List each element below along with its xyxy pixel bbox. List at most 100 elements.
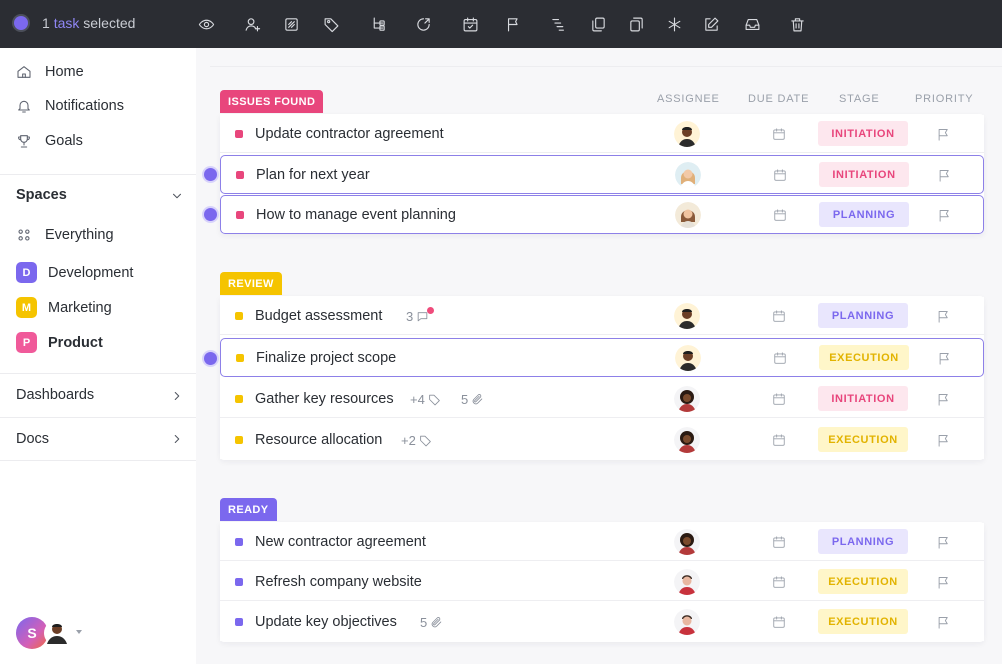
stage-badge[interactable]: PLANNING (818, 529, 908, 554)
row-select-radio[interactable] (204, 352, 217, 365)
task-name[interactable]: Gather key resources (255, 391, 394, 407)
gantt-icon[interactable] (546, 12, 570, 36)
due-date-calendar-icon[interactable] (772, 392, 786, 406)
task-row[interactable]: Refresh company website EXECUTION (220, 563, 984, 601)
group-label-ready[interactable]: READY (220, 498, 277, 521)
row-select-radio[interactable] (204, 208, 217, 221)
sidebar-item-notifications[interactable]: Notifications (16, 98, 124, 114)
assignee-avatar[interactable] (674, 609, 700, 635)
trash-icon[interactable] (785, 12, 809, 36)
selection-indicator[interactable] (14, 16, 28, 30)
subtask-icon[interactable] (366, 12, 390, 36)
sidebar-item-everything[interactable]: Everything (16, 227, 114, 243)
priority-flag-icon[interactable] (936, 535, 951, 550)
task-row[interactable]: Budget assessment 3 PLANNING (220, 297, 984, 335)
edit-icon[interactable] (699, 12, 723, 36)
assignee-avatar[interactable] (674, 427, 700, 453)
task-row[interactable]: Update contractor agreement INITIATION (220, 115, 984, 153)
task-name[interactable]: Refresh company website (255, 574, 422, 590)
task-name[interactable]: Plan for next year (256, 167, 370, 183)
due-date-calendar-icon[interactable] (772, 615, 786, 629)
task-row[interactable]: Update key objectives 5 EXECUTION (220, 603, 984, 641)
task-row[interactable]: How to manage event planning PLANNING (220, 195, 984, 234)
inbox-icon[interactable] (740, 12, 764, 36)
task-row[interactable]: Resource allocation +2 EXECUTION (220, 421, 984, 459)
stage-badge[interactable]: EXECUTION (818, 569, 908, 594)
stage-badge[interactable]: EXECUTION (819, 345, 909, 370)
assignee-avatar[interactable] (675, 202, 701, 228)
task-name[interactable]: Resource allocation (255, 432, 382, 448)
priority-flag-icon[interactable] (936, 615, 951, 630)
priority-flag-icon[interactable] (936, 309, 951, 324)
sidebar-item-goals[interactable]: Goals (16, 133, 83, 149)
copy-icon[interactable] (586, 12, 610, 36)
tag-count[interactable]: +4 (410, 392, 441, 407)
asterisk-icon[interactable] (662, 12, 686, 36)
duplicate-icon[interactable] (624, 12, 648, 36)
move-icon[interactable] (411, 12, 435, 36)
comment-count[interactable]: 3 (406, 309, 429, 324)
chevron-down-icon[interactable] (170, 189, 184, 203)
task-name[interactable]: How to manage event planning (256, 207, 456, 223)
assignee-avatar[interactable] (674, 529, 700, 555)
task-row[interactable]: Plan for next year INITIATION (220, 155, 984, 194)
eye-icon[interactable] (194, 12, 218, 36)
due-date-calendar-icon[interactable] (773, 351, 787, 365)
chevron-right-icon[interactable] (170, 432, 184, 446)
assignee-avatar[interactable] (675, 162, 701, 188)
sidebar-item-docs[interactable]: Docs (16, 431, 49, 447)
task-name[interactable]: Finalize project scope (256, 350, 396, 366)
stage-badge[interactable]: PLANNING (819, 202, 909, 227)
task-row[interactable]: Finalize project scope EXECUTION (220, 338, 984, 377)
square-icon[interactable] (279, 12, 303, 36)
assignee-avatar[interactable] (674, 569, 700, 595)
stage-badge[interactable]: INITIATION (818, 121, 908, 146)
due-date-calendar-icon[interactable] (773, 208, 787, 222)
task-row[interactable]: New contractor agreement PLANNING (220, 523, 984, 561)
column-header-assignee[interactable]: ASSIGNEE (657, 93, 720, 105)
user-avatar[interactable] (42, 617, 70, 649)
stage-badge[interactable]: EXECUTION (818, 427, 908, 452)
due-date-calendar-icon[interactable] (772, 433, 786, 447)
stage-badge[interactable]: INITIATION (819, 162, 909, 187)
sidebar-item-home[interactable]: Home (16, 64, 84, 80)
caret-down-icon[interactable] (76, 630, 82, 634)
column-header-priority[interactable]: PRIORITY (915, 93, 973, 105)
column-header-stage[interactable]: STAGE (839, 93, 879, 105)
priority-flag-icon[interactable] (936, 433, 951, 448)
due-date-calendar-icon[interactable] (772, 127, 786, 141)
assignee-avatar[interactable] (674, 386, 700, 412)
assignee-avatar[interactable] (674, 303, 700, 329)
space-item-marketing[interactable]: M Marketing (16, 297, 112, 318)
add-user-icon[interactable] (240, 12, 264, 36)
task-row[interactable]: Gather key resources +4 5 INITIATION (220, 380, 984, 418)
due-date-calendar-icon[interactable] (772, 575, 786, 589)
stage-badge[interactable]: INITIATION (818, 386, 908, 411)
sidebar-item-dashboards[interactable]: Dashboards (16, 387, 94, 403)
assignee-avatar[interactable] (674, 121, 700, 147)
chevron-right-icon[interactable] (170, 389, 184, 403)
column-header-due-date[interactable]: DUE DATE (748, 93, 809, 105)
stage-badge[interactable]: PLANNING (818, 303, 908, 328)
spaces-heading[interactable]: Spaces (16, 187, 67, 203)
priority-flag-icon[interactable] (937, 351, 952, 366)
space-item-development[interactable]: D Development (16, 262, 133, 283)
task-name[interactable]: New contractor agreement (255, 534, 426, 550)
due-date-calendar-icon[interactable] (772, 309, 786, 323)
attachment-count[interactable]: 5 (461, 392, 484, 407)
priority-flag-icon[interactable] (937, 168, 952, 183)
group-label-issues-found[interactable]: ISSUES FOUND (220, 90, 324, 113)
priority-flag-icon[interactable] (936, 575, 951, 590)
due-date-calendar-icon[interactable] (772, 535, 786, 549)
due-date-calendar-icon[interactable] (773, 168, 787, 182)
task-name[interactable]: Budget assessment (255, 308, 382, 324)
priority-flag-icon[interactable] (936, 127, 951, 142)
flag-icon[interactable] (501, 12, 525, 36)
calendar-icon[interactable] (458, 12, 482, 36)
stage-badge[interactable]: EXECUTION (818, 609, 908, 634)
space-item-product[interactable]: P Product (16, 332, 103, 353)
priority-flag-icon[interactable] (936, 392, 951, 407)
tag-icon[interactable] (319, 12, 343, 36)
priority-flag-icon[interactable] (937, 208, 952, 223)
tag-count[interactable]: +2 (401, 433, 432, 448)
